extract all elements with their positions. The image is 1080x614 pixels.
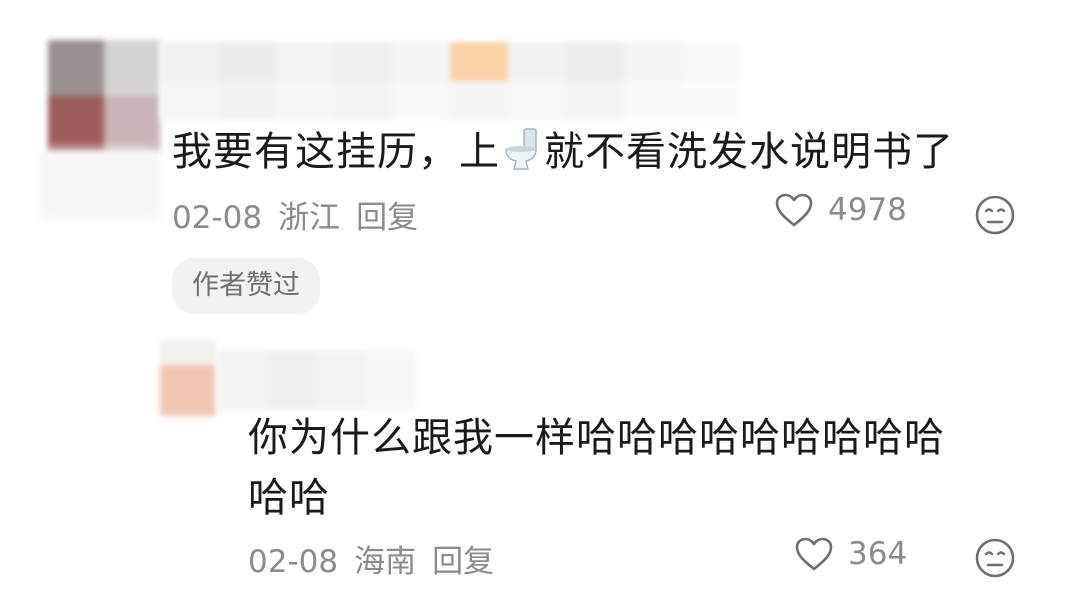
heart-outline-icon [775, 193, 813, 227]
reply-text-line-2: 哈哈 [248, 475, 330, 521]
username-blurred[interactable] [160, 42, 740, 120]
reply-button[interactable]: 回复 [432, 544, 494, 580]
comment-date: 02-08 [172, 200, 263, 236]
dislike-button[interactable] [974, 194, 1016, 240]
reply-comment-text: 你为什么跟我一样哈哈哈哈哈哈哈哈哈 哈哈 [248, 408, 1028, 528]
reply-username-blurred[interactable] [216, 350, 416, 410]
reply-text-line-1: 你为什么跟我一样哈哈哈哈哈哈哈哈哈 [248, 415, 945, 461]
comment-location: 浙江 [278, 200, 341, 236]
reply-comment-meta: 02-08 海南 回复 [248, 536, 510, 581]
like-count: 4978 [828, 192, 907, 228]
dislike-face-icon [975, 538, 1015, 578]
reply-comment-location: 海南 [354, 544, 417, 580]
like-count: 364 [848, 536, 908, 572]
avatar-blurred[interactable] [48, 40, 160, 152]
avatar-shadow [40, 150, 160, 220]
like-button[interactable]: 4978 [774, 192, 907, 228]
dislike-face-icon [975, 195, 1015, 235]
toilet-emoji [502, 127, 542, 188]
reply-avatar-blurred[interactable] [160, 340, 216, 416]
reply-button[interactable]: 回复 [356, 200, 418, 236]
comment-meta: 02-08 浙江 回复 [172, 192, 434, 237]
dislike-button[interactable] [974, 537, 1016, 583]
comment-text: 我要有这挂历，上 就不看洗发水说明书了 [172, 122, 954, 188]
like-button[interactable]: 364 [794, 536, 907, 572]
reply-comment-date: 02-08 [248, 544, 339, 580]
author-liked-badge: 作者赞过 [172, 258, 320, 314]
heart-outline-icon [795, 537, 833, 571]
